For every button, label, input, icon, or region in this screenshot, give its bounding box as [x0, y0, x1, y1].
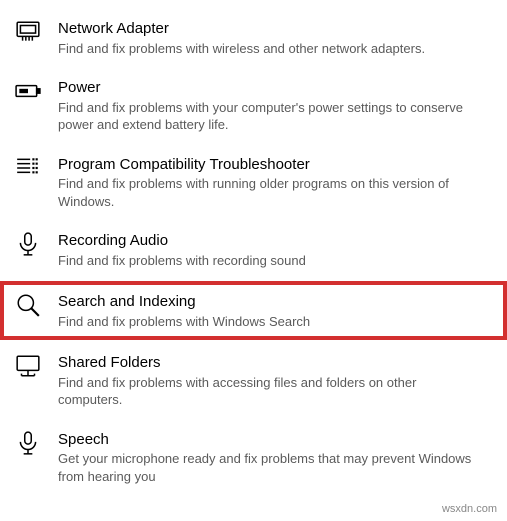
troubleshooter-description: Find and fix problems with Windows Searc… — [58, 313, 493, 331]
troubleshooter-text: Network AdapterFind and fix problems wit… — [58, 18, 493, 57]
troubleshooter-item-speech[interactable]: SpeechGet your microphone ready and fix … — [0, 419, 507, 496]
troubleshooter-description: Find and fix problems with wireless and … — [58, 40, 493, 58]
troubleshooter-title: Recording Audio — [58, 231, 493, 251]
troubleshooter-title: Power — [58, 78, 493, 98]
troubleshooter-title: Shared Folders — [58, 353, 493, 373]
troubleshooter-item-search-and-indexing[interactable]: Search and IndexingFind and fix problems… — [0, 281, 507, 340]
troubleshooter-text: SpeechGet your microphone ready and fix … — [58, 429, 493, 486]
troubleshooter-title: Speech — [58, 430, 493, 450]
troubleshooter-item-shared-folders[interactable]: Shared FoldersFind and fix problems with… — [0, 342, 507, 419]
microphone-icon — [14, 429, 42, 457]
troubleshooter-description: Find and fix problems with your computer… — [58, 99, 493, 134]
troubleshooter-description: Find and fix problems with running older… — [58, 175, 493, 210]
search-icon — [14, 291, 42, 319]
troubleshooter-description: Get your microphone ready and fix proble… — [58, 450, 493, 485]
network-adapter-icon — [14, 18, 42, 46]
shared-folders-icon — [14, 352, 42, 380]
troubleshooter-text: PowerFind and fix problems with your com… — [58, 77, 493, 134]
troubleshooter-text: Shared FoldersFind and fix problems with… — [58, 352, 493, 409]
troubleshooter-title: Search and Indexing — [58, 292, 493, 312]
microphone-icon — [14, 230, 42, 258]
troubleshooter-text: Program Compatibility TroubleshooterFind… — [58, 154, 493, 211]
troubleshooter-item-recording-audio[interactable]: Recording AudioFind and fix problems wit… — [0, 220, 507, 279]
troubleshooter-description: Find and fix problems with accessing fil… — [58, 374, 493, 409]
troubleshooter-title: Network Adapter — [58, 19, 493, 39]
watermark: wsxdn.com — [442, 503, 497, 515]
power-icon — [14, 77, 42, 105]
troubleshooter-text: Search and IndexingFind and fix problems… — [58, 291, 493, 330]
troubleshooter-text: Recording AudioFind and fix problems wit… — [58, 230, 493, 269]
troubleshooter-description: Find and fix problems with recording sou… — [58, 252, 493, 270]
troubleshooter-item-program-compatibility-troubleshooter[interactable]: Program Compatibility TroubleshooterFind… — [0, 144, 507, 221]
troubleshooter-item-network-adapter[interactable]: Network AdapterFind and fix problems wit… — [0, 8, 507, 67]
troubleshooter-title: Program Compatibility Troubleshooter — [58, 155, 493, 175]
program-compatibility-icon — [14, 154, 42, 182]
troubleshooter-item-power[interactable]: PowerFind and fix problems with your com… — [0, 67, 507, 144]
troubleshooter-list: Network AdapterFind and fix problems wit… — [0, 8, 507, 496]
